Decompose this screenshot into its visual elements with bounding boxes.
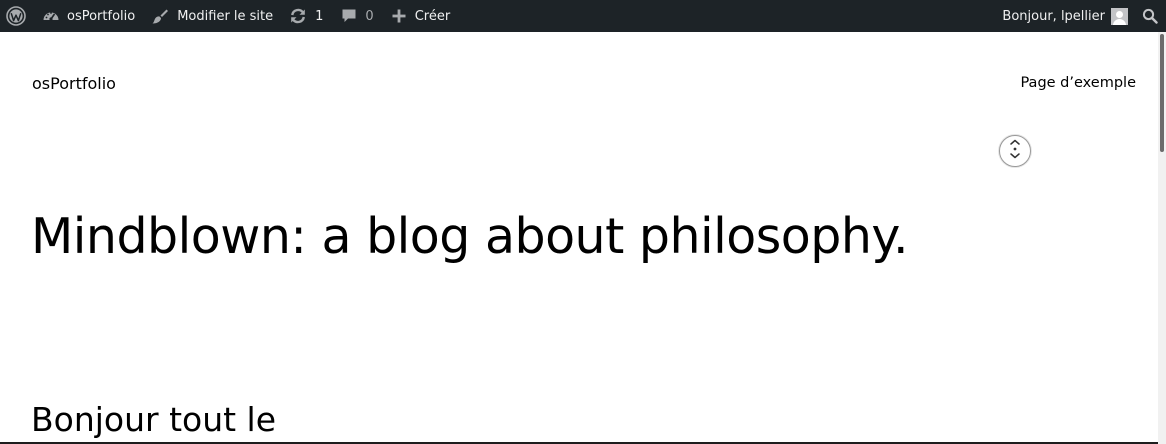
wordpress-icon: [6, 6, 26, 26]
page-title: Mindblown: a blog about philosophy.: [31, 208, 909, 265]
updates-count: 1: [315, 8, 324, 24]
updates-link[interactable]: 1: [289, 0, 323, 32]
new-content-label: Créer: [414, 8, 451, 24]
plus-icon: [392, 9, 406, 23]
expand-toggle-button[interactable]: [999, 135, 1031, 167]
nav-item-sample-page[interactable]: Page d’exemple: [1020, 75, 1136, 91]
admin-bar-secondary: Bonjour, lpellier: [1002, 0, 1166, 32]
my-account-link[interactable]: Bonjour, lpellier: [1002, 0, 1128, 32]
new-content-link[interactable]: Créer: [392, 0, 450, 32]
edit-site-link[interactable]: Modifier le site: [151, 0, 273, 32]
site-name-link[interactable]: osPortfolio: [42, 0, 135, 32]
site-title[interactable]: osPortfolio: [32, 74, 116, 93]
comments-link[interactable]: 0: [341, 0, 374, 32]
brush-icon: [151, 7, 169, 25]
comment-icon: [341, 8, 357, 24]
wordpress-menu[interactable]: [0, 0, 32, 32]
search-button[interactable]: [1142, 0, 1164, 32]
update-icon: [289, 7, 307, 25]
greeting-label: Bonjour, lpellier: [1002, 8, 1105, 24]
site-name-label: osPortfolio: [67, 8, 136, 24]
scrollbar-thumb[interactable]: [1160, 34, 1164, 152]
dashboard-icon: [42, 7, 60, 25]
edit-site-label: Modifier le site: [177, 8, 274, 24]
comments-count: 0: [365, 8, 374, 24]
avatar: [1111, 7, 1128, 25]
page-content: osPortfolio Page d’exemple Mindblown: a …: [0, 32, 1158, 442]
admin-bar: osPortfolio Modifier le site 1 0 Créer B…: [0, 0, 1166, 32]
chevron-up-down-icon: [1008, 138, 1022, 164]
post-title-link[interactable]: Bonjour tout le: [31, 400, 276, 440]
search-icon: [1142, 8, 1158, 24]
page-scrollbar[interactable]: [1158, 32, 1166, 444]
